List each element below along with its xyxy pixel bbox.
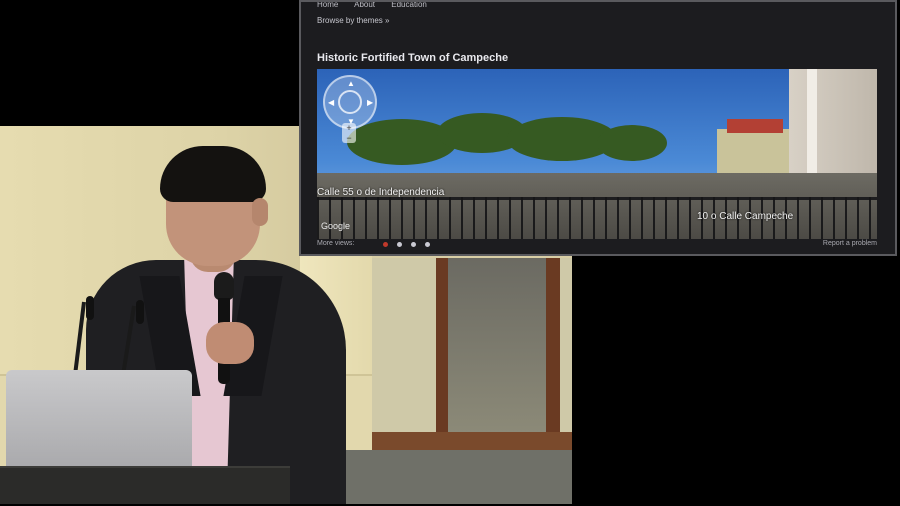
street-label: 10 o Calle Campeche	[697, 211, 794, 222]
nav-education[interactable]: Education	[391, 2, 427, 9]
view-dot[interactable]	[425, 242, 430, 247]
street-label: Calle 55 o de Independencia	[317, 187, 445, 198]
page-title: Historic Fortified Town of Campeche	[317, 52, 509, 64]
panorama-building-red-roof	[717, 119, 789, 177]
report-problem-link[interactable]: Report a problem	[823, 240, 877, 247]
map-attribution: Google	[321, 221, 351, 231]
window-glass	[448, 258, 546, 434]
podium-mic-left	[86, 296, 94, 320]
pan-left-icon[interactable]: ◀	[328, 98, 334, 107]
mic-head	[214, 272, 234, 300]
window-frame-left	[436, 258, 448, 448]
nav-about[interactable]: About	[354, 2, 375, 9]
speaker-hand	[206, 322, 254, 364]
apple-logo-icon	[88, 416, 110, 438]
nav-home[interactable]: Home	[317, 2, 338, 9]
pan-up-icon[interactable]: ▲	[347, 79, 355, 88]
speaker-ear	[252, 198, 268, 226]
browse-by-themes-link[interactable]: Browse by themes »	[317, 16, 389, 25]
street-view-panorama[interactable]: Calle 55 o de Independencia 10 o Calle C…	[317, 69, 877, 239]
podium-mic-right	[136, 300, 144, 324]
site-nav: Home About Education	[317, 2, 441, 9]
laptop	[6, 370, 192, 476]
window-sill	[372, 432, 572, 450]
panorama-trees	[317, 113, 677, 175]
window-frame-right	[546, 258, 560, 458]
view-dots	[383, 242, 439, 249]
view-dot[interactable]	[397, 242, 402, 247]
view-dot[interactable]	[383, 242, 388, 247]
pan-right-icon[interactable]: ▶	[367, 98, 373, 107]
view-dot[interactable]	[411, 242, 416, 247]
viewer-footer: More views: Report a problem	[317, 240, 877, 252]
pan-control-center[interactable]	[338, 90, 362, 114]
zoom-control[interactable]: + −	[342, 123, 356, 143]
podium	[0, 466, 290, 504]
projected-website: Home About Education Browse by themes » …	[299, 0, 897, 256]
pan-control[interactable]: ▲ ▼ ◀ ▶	[323, 75, 377, 129]
more-views-label: More views:	[317, 240, 355, 247]
